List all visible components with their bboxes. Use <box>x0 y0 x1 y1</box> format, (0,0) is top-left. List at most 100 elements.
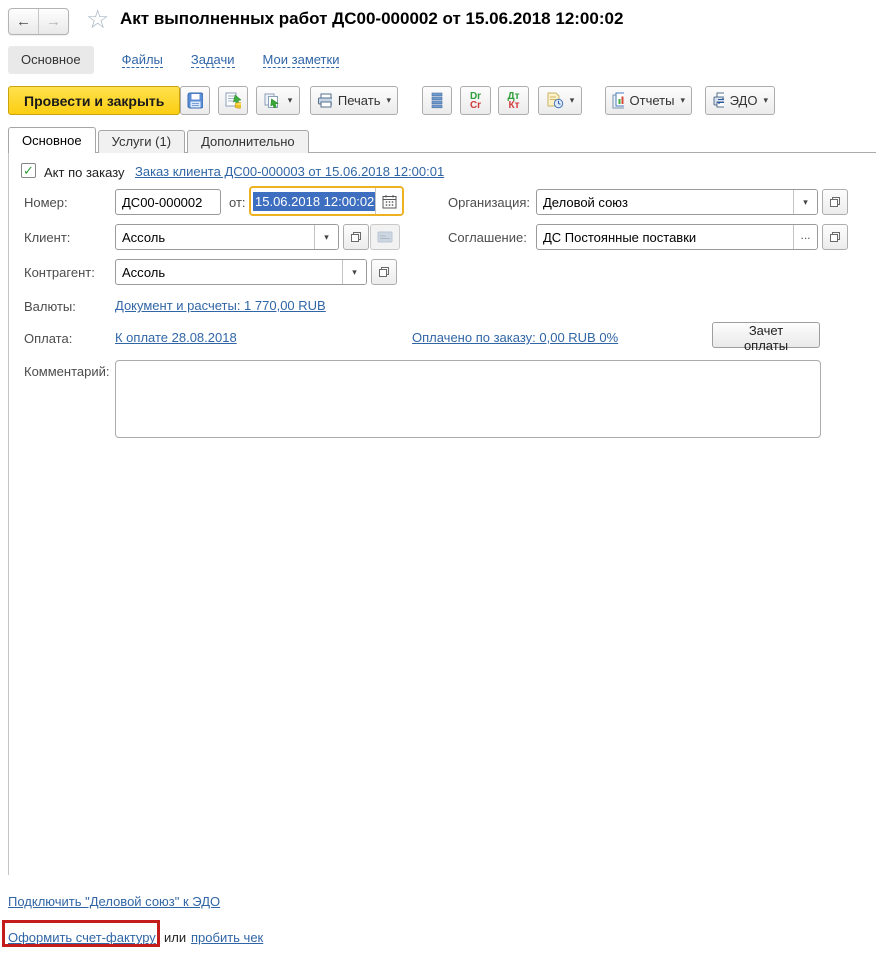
open-form-icon <box>351 232 361 242</box>
back-arrow-icon: ← <box>16 13 31 30</box>
forward-button[interactable]: → <box>39 9 68 34</box>
counterparty-value: Ассоль <box>122 265 166 280</box>
payment-label: Оплата: <box>24 331 73 346</box>
organization-dropdown-button[interactable]: ▾ <box>793 190 817 214</box>
dossier-card-icon <box>377 231 393 243</box>
register-records-button[interactable] <box>422 86 452 115</box>
comment-label: Комментарий: <box>24 364 110 379</box>
edo-connect-link[interactable]: Подключить "Деловой союз" к ЭДО <box>8 894 220 909</box>
open-form-icon <box>379 267 389 277</box>
document-clock-icon <box>547 92 563 109</box>
calendar-icon <box>382 194 396 208</box>
client-label: Клиент: <box>24 230 71 245</box>
chevron-down-icon: ▾ <box>324 231 329 242</box>
document-settlements-link[interactable]: Документ и расчеты: 1 770,00 RUB <box>115 298 326 313</box>
history-nav: ← → <box>8 8 69 35</box>
save-button[interactable] <box>180 86 210 115</box>
dr-cr-icon: Dr Cr <box>469 90 482 111</box>
nav-link-tasks[interactable]: Задачи <box>190 52 235 68</box>
post-document-button[interactable] <box>218 86 248 115</box>
edo-button[interactable]: ЭДО ▾ <box>705 86 775 115</box>
reports-label: Отчеты <box>629 93 675 108</box>
chevron-down-icon: ▾ <box>386 95 391 105</box>
ellipsis-icon: ... <box>800 228 811 242</box>
chevron-down-icon: ▾ <box>763 95 768 105</box>
tab-main[interactable]: Основное <box>8 127 96 153</box>
agreement-label: Соглашение: <box>448 230 527 245</box>
dt-kt-button[interactable]: Дт Кт <box>498 86 529 115</box>
favorites-star-icon[interactable]: ☆ <box>86 4 109 35</box>
client-dropdown-button[interactable]: ▾ <box>314 225 338 249</box>
client-combo[interactable]: Ассоль ▾ <box>115 224 339 250</box>
date-selected-text: 15.06.2018 12:00:02 <box>253 191 377 211</box>
open-form-icon <box>830 232 840 242</box>
organization-value: Деловой союз <box>543 195 629 210</box>
organization-label: Организация: <box>448 195 531 210</box>
calendar-button[interactable] <box>375 188 402 214</box>
client-dossier-button[interactable] <box>370 224 400 250</box>
tab-services[interactable]: Услуги (1) <box>97 130 186 153</box>
create-based-on-button[interactable]: ▾ <box>256 86 300 115</box>
nav-link-files[interactable]: Файлы <box>121 52 163 68</box>
post-and-close-button[interactable]: Провести и закрыть <box>8 86 181 115</box>
create-invoice-link[interactable]: Оформить счет-фактуру <box>8 930 156 945</box>
document-journal-button[interactable]: ▾ <box>538 86 582 115</box>
dr-cr-button[interactable]: Dr Cr <box>460 86 491 115</box>
customer-order-link[interactable]: Заказ клиента ДС00-000003 от 15.06.2018 … <box>135 164 444 179</box>
counterparty-label: Контрагент: <box>24 265 95 280</box>
register-records-icon <box>431 92 443 109</box>
nav-item-main[interactable]: Основное <box>8 46 94 74</box>
floppy-save-icon <box>187 92 203 109</box>
report-chart-icon <box>612 92 624 109</box>
agreement-open-button[interactable] <box>822 224 848 250</box>
act-by-order-label: Акт по заказу <box>44 165 125 180</box>
reports-button[interactable]: Отчеты ▾ <box>605 86 692 115</box>
punch-receipt-link[interactable]: пробить чек <box>191 930 263 945</box>
chevron-down-icon: ▾ <box>803 196 808 207</box>
counterparty-open-button[interactable] <box>371 259 397 285</box>
tab-strip: Основное Услуги (1) Дополнительно <box>8 127 311 153</box>
chevron-down-icon: ▾ <box>569 95 575 105</box>
dt-kt-icon: Дт Кт <box>507 90 520 111</box>
edo-label: ЭДО <box>729 93 758 108</box>
agreement-value: ДС Постоянные поставки <box>543 230 697 245</box>
counterparty-dropdown-button[interactable]: ▾ <box>342 260 366 284</box>
currencies-label: Валюты: <box>24 299 76 314</box>
date-label: от: <box>229 195 246 210</box>
act-by-order-checkbox[interactable]: ✓ <box>21 163 36 178</box>
act-form-window: ← → ☆ Акт выполненных работ ДС00-000002 … <box>0 0 876 954</box>
tab-additional[interactable]: Дополнительно <box>187 130 309 153</box>
printer-icon <box>318 93 332 108</box>
chevron-down-icon: ▾ <box>680 95 685 105</box>
date-input[interactable]: 15.06.2018 12:00:02 <box>251 188 377 214</box>
comment-textarea[interactable] <box>115 360 821 438</box>
or-text: или <box>164 930 187 945</box>
number-input[interactable] <box>115 189 221 215</box>
client-open-button[interactable] <box>343 224 369 250</box>
chevron-down-icon: ▾ <box>287 95 293 105</box>
open-form-icon <box>830 197 840 207</box>
payment-offset-button[interactable]: Зачет оплаты <box>712 322 820 353</box>
edo-exchange-icon <box>713 92 724 108</box>
nav-link-notes[interactable]: Мои заметки <box>262 52 340 68</box>
page-title: Акт выполненных работ ДС00-000002 от 15.… <box>120 9 624 28</box>
toolbar: Провести и закрыть ▾ Печать ▾ Dr Cr Дт К… <box>0 86 876 116</box>
paid-by-order-link[interactable]: Оплачено по заказу: 0,00 RUB 0% <box>412 330 618 345</box>
organization-open-button[interactable] <box>822 189 848 215</box>
date-field-group: 15.06.2018 12:00:02 <box>249 186 404 216</box>
counterparty-combo[interactable]: Ассоль ▾ <box>115 259 367 285</box>
client-value: Ассоль <box>122 230 166 245</box>
print-label: Печать <box>337 93 381 108</box>
number-label: Номер: <box>24 195 68 210</box>
forward-arrow-icon: → <box>46 13 61 30</box>
print-button[interactable]: Печать ▾ <box>310 86 398 115</box>
agreement-choose-button[interactable]: ... <box>793 225 817 249</box>
related-nav: Основное Файлы Задачи Мои заметки <box>8 46 340 74</box>
chevron-down-icon: ▾ <box>352 266 357 277</box>
agreement-combo[interactable]: ДС Постоянные поставки ... <box>536 224 818 250</box>
payment-due-link[interactable]: К оплате 28.08.2018 <box>115 330 237 345</box>
create-based-on-icon <box>264 93 279 108</box>
back-button[interactable]: ← <box>9 9 38 34</box>
post-document-icon <box>225 92 241 109</box>
organization-combo[interactable]: Деловой союз ▾ <box>536 189 818 215</box>
